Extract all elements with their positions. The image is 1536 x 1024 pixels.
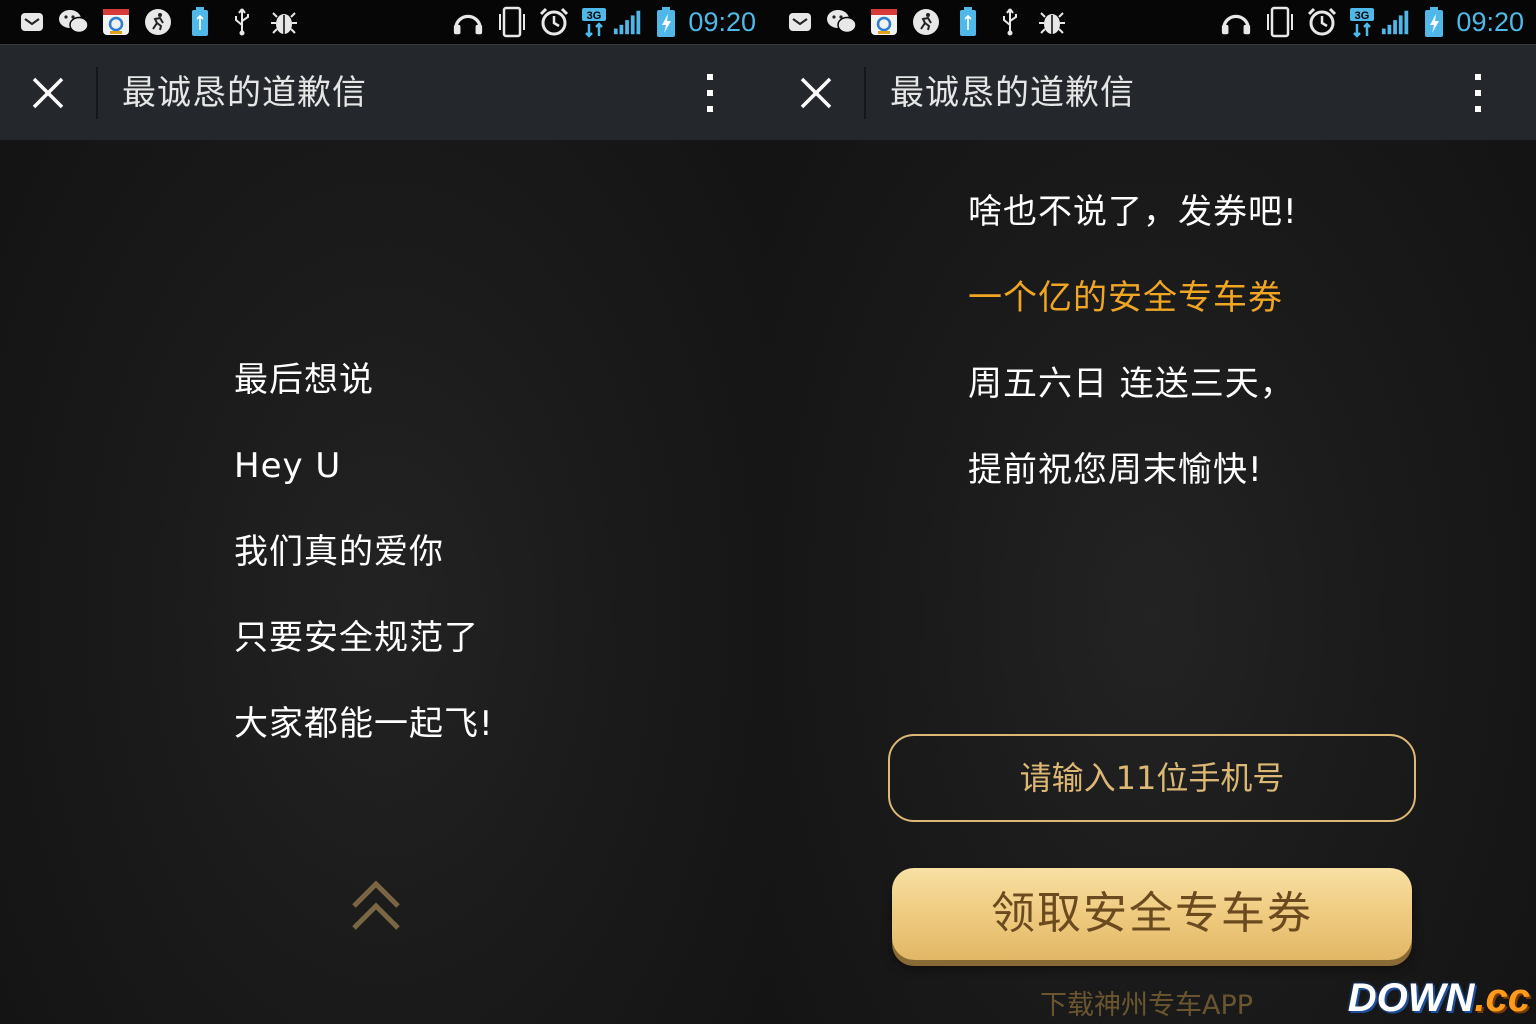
vibrate-icon [1264, 6, 1296, 38]
message-line-5: 大家都能一起飞! [234, 704, 494, 744]
close-button[interactable] [22, 67, 74, 119]
mail-icon [16, 6, 48, 38]
close-button[interactable] [790, 67, 842, 119]
message-line-3: 我们真的爱你 [234, 532, 444, 572]
signal-icon [1380, 6, 1412, 38]
close-icon [800, 77, 832, 109]
more-options-button[interactable] [1458, 69, 1498, 117]
android-debug-icon [268, 6, 300, 38]
mail-icon [784, 6, 816, 38]
title-divider [96, 67, 98, 119]
headphones-icon [1220, 6, 1252, 38]
vibrate-icon [496, 6, 528, 38]
offer-highlight-line: 一个亿的安全专车券 [968, 278, 1283, 318]
offer-line-3: 周五六日 连送三天， [968, 364, 1295, 404]
phone-number-input[interactable] [888, 734, 1416, 822]
alarm-icon [538, 6, 570, 38]
more-options-button[interactable] [690, 69, 730, 117]
status-time: 09:20 [688, 7, 756, 37]
claim-coupon-button[interactable]: 领取安全专车券 [892, 868, 1412, 960]
title-divider [864, 67, 866, 119]
title-bar: 最诚恳的道歉信 [768, 45, 1536, 140]
double-chevron-up-icon [352, 880, 400, 930]
download-app-link[interactable]: 下载神州专车APP [1040, 988, 1253, 1024]
headphones-icon [452, 6, 484, 38]
page-title: 最诚恳的道歉信 [890, 73, 1135, 113]
battery-charging-icon [1418, 6, 1450, 38]
app-store-icon [868, 6, 900, 38]
more-vertical-icon [1475, 74, 1481, 112]
offer-line-1: 啥也不说了，发券吧! [968, 192, 1298, 232]
status-bar: 3G 09:20 [0, 0, 768, 45]
wechat-icon [58, 6, 90, 38]
left-phone-screen: 3G 09:20 最诚恳的道歉信 最后想说 Hey U 我们真的爱你 只要安全规… [0, 0, 768, 1024]
alarm-icon [1306, 6, 1338, 38]
usb-storage-icon [184, 6, 216, 38]
signal-icon [612, 6, 644, 38]
status-bar: 3G 09:20 [768, 0, 1536, 45]
right-phone-screen: 3G 09:20 最诚恳的道歉信 啥也不说了，发券吧! 一个亿的安全专车券 周五… [768, 0, 1536, 1024]
usb-icon [994, 6, 1026, 38]
offer-line-4: 提前祝您周末愉快! [968, 450, 1263, 490]
watermark-logo: DOWN.cc [1348, 976, 1530, 1020]
android-debug-icon [1036, 6, 1068, 38]
message-line-4: 只要安全规范了 [234, 618, 479, 658]
usb-storage-icon [952, 6, 984, 38]
app-store-icon [100, 6, 132, 38]
watermark-main: DOWN [1347, 976, 1475, 1020]
scroll-up-button[interactable] [350, 876, 402, 934]
status-time: 09:20 [1456, 7, 1524, 37]
network-3g-icon: 3G [578, 6, 610, 38]
fitness-icon [910, 6, 942, 38]
watermark-suffix: .cc [1474, 976, 1530, 1020]
wechat-icon [826, 6, 858, 38]
more-vertical-icon [707, 74, 713, 112]
usb-icon [226, 6, 258, 38]
close-icon [32, 77, 64, 109]
title-bar: 最诚恳的道歉信 [0, 45, 768, 140]
network-3g-label: 3G [587, 10, 602, 22]
network-3g-icon: 3G [1346, 6, 1378, 38]
fitness-icon [142, 6, 174, 38]
message-line-2: Hey U [234, 446, 342, 486]
page-title: 最诚恳的道歉信 [122, 73, 367, 113]
message-line-1: 最后想说 [234, 360, 374, 400]
battery-charging-icon [650, 6, 682, 38]
network-3g-label: 3G [1355, 10, 1370, 22]
